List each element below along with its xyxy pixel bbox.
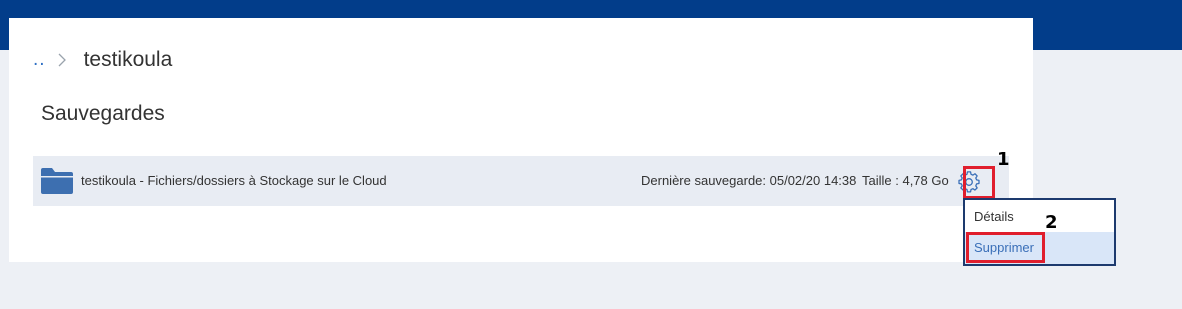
breadcrumb-current: testikoula: [83, 48, 173, 71]
backup-row[interactable]: testikoula - Fichiers/dossiers à Stockag…: [33, 156, 1009, 206]
annotation-marker-1: 1: [997, 149, 1010, 170]
last-backup-date: Dernière sauvegarde: 05/02/20 14:38: [641, 173, 857, 188]
breadcrumb-back-link[interactable]: ..: [33, 47, 46, 73]
annotation-highlight-gear: [963, 166, 995, 199]
section-title: Sauvegardes: [41, 102, 165, 125]
annotation-highlight-delete: [966, 232, 1045, 263]
folder-icon: [41, 168, 73, 194]
backup-size: Taille : 4,78 Go: [862, 173, 949, 188]
menu-item-details[interactable]: Détails: [965, 201, 1114, 233]
chevron-right-icon: [58, 53, 70, 67]
breadcrumb: .. testikoula: [33, 47, 172, 73]
backup-name: testikoula - Fichiers/dossiers à Stockag…: [81, 173, 387, 188]
annotation-marker-2: 2: [1045, 212, 1058, 233]
content-panel: .. testikoula Sauvegardes testikoula - F…: [9, 18, 1033, 262]
